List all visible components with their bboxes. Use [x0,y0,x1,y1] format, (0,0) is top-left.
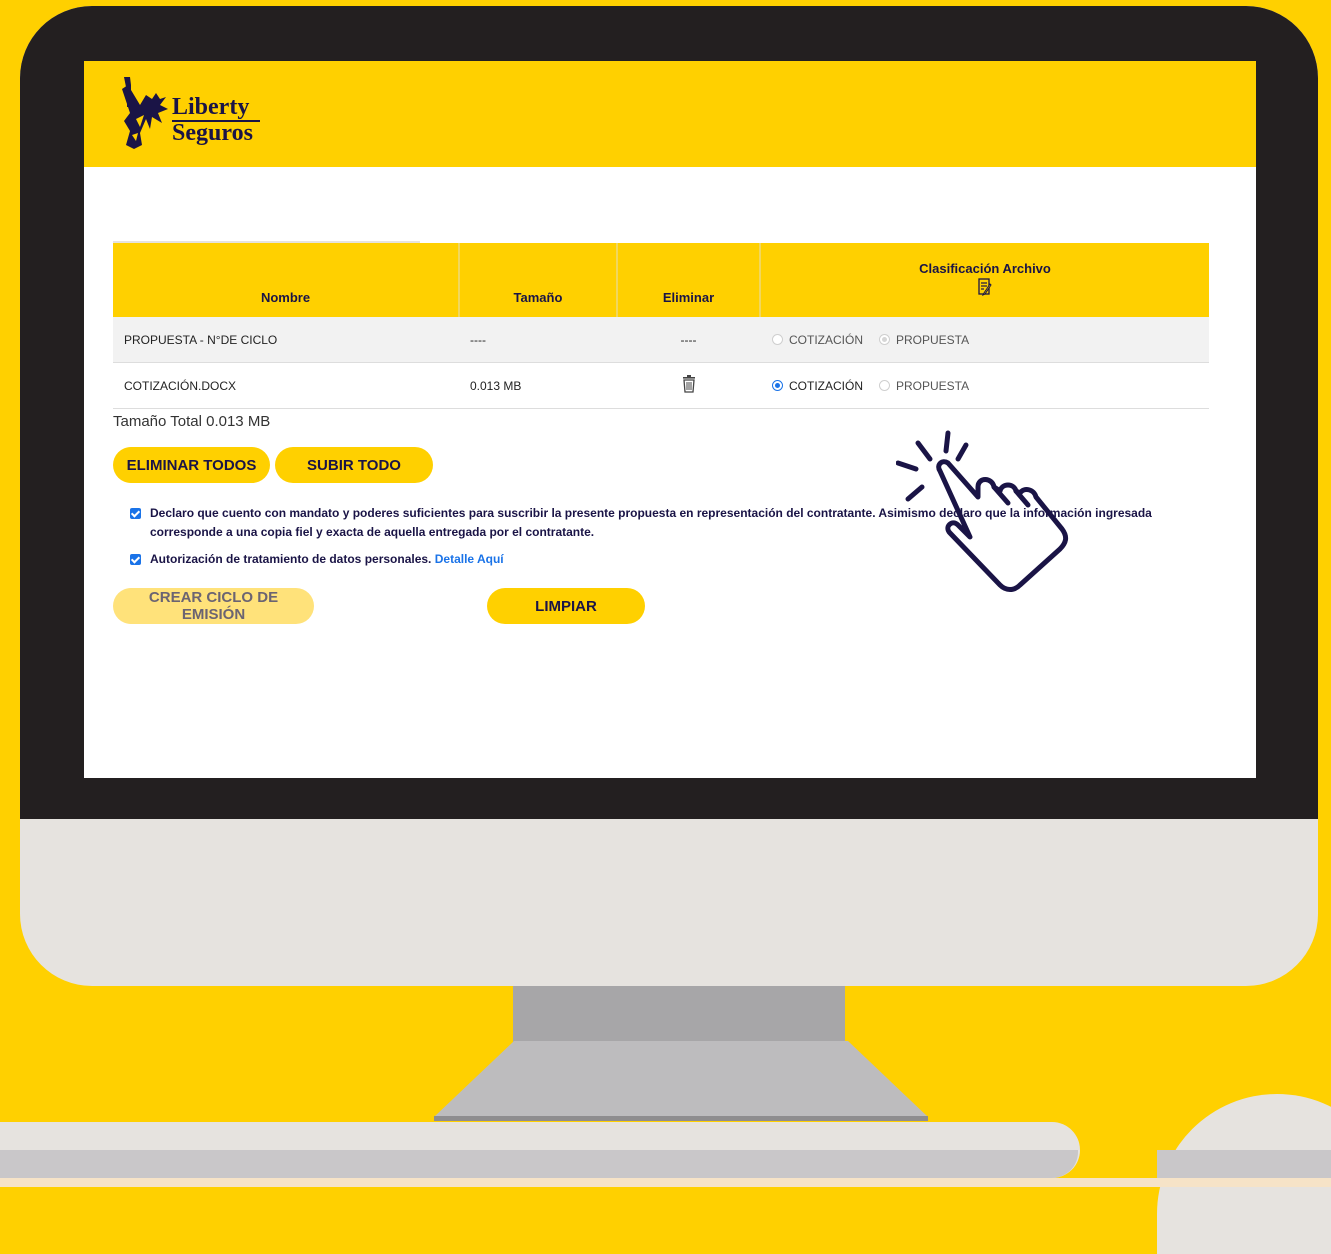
radio-propuesta[interactable] [879,380,890,391]
delete-all-button[interactable]: ELIMINAR TODOS [113,447,270,483]
radio-propuesta-label: PROPUESTA [896,378,970,393]
mandate-checkbox[interactable] [130,508,141,519]
upload-all-button[interactable]: SUBIR TODO [275,447,433,483]
brand-name-line2: Seguros [172,120,253,146]
table-row: PROPUESTA - N°DE CICLO ---- ---- COTIZAC… [113,317,1209,363]
edit-note-icon [978,278,992,297]
monitor-stand-edge [434,1116,928,1121]
monitor-stand-neck [513,986,845,1042]
delete-cell [617,362,760,409]
privacy-label: Autorización de tratamiento de datos per… [150,552,432,566]
radio-cotizacion-label: COTIZACIÓN [789,332,863,347]
header-bar: Liberty Seguros [84,61,1256,167]
radio-propuesta-label: PROPUESTA [896,332,970,347]
total-size: Tamaño Total 0.013 MB [113,413,271,430]
radio-cotizacion[interactable] [772,334,783,345]
keyboard-shadow [0,1150,1078,1178]
privacy-text: Autorización de tratamiento de datos per… [150,550,504,569]
file-name: COTIZACIÓN.DOCX [113,362,459,409]
classification-options: COTIZACIÓN PROPUESTA [760,362,1209,409]
screen: Liberty Seguros Nombre Tamaño Eliminar C [84,61,1256,778]
privacy-authorization: Autorización de tratamiento de datos per… [130,550,504,569]
delete-placeholder: ---- [617,317,760,363]
create-cycle-button[interactable]: CREAR CICLO DE EMISIÓN [113,588,314,624]
classification-label: Clasificación Archivo [919,261,1051,276]
monitor-stand-base [434,1041,928,1117]
statue-of-liberty-logo [122,77,168,149]
screen-bottom [84,637,1256,778]
desk-surface [0,1178,1331,1187]
trash-icon[interactable] [682,375,696,393]
column-header-delete: Eliminar [617,243,761,317]
file-size: 0.013 MB [459,362,617,409]
radio-cotizacion[interactable] [772,380,783,391]
classification-options: COTIZACIÓN PROPUESTA [760,317,1209,363]
column-header-name: Nombre [113,243,460,317]
monitor-bezel: Liberty Seguros Nombre Tamaño Eliminar C [20,6,1318,819]
radio-cotizacion-label: COTIZACIÓN [789,378,863,393]
pointing-hand-icon [896,430,1069,592]
radio-propuesta[interactable] [879,334,890,345]
privacy-detail-link[interactable]: Detalle Aquí [435,552,504,566]
brand-logo[interactable]: Liberty Seguros [116,75,266,155]
file-size: ---- [459,317,617,363]
clear-button[interactable]: LIMPIAR [487,588,645,624]
privacy-checkbox[interactable] [130,554,141,565]
column-header-classification: Clasificación Archivo [760,243,1209,317]
table-row: COTIZACIÓN.DOCX 0.013 MB COTIZACIÓN PROP… [113,362,1209,409]
upload-panel: Nombre Tamaño Eliminar Clasificación Arc… [84,167,1256,637]
monitor: Liberty Seguros Nombre Tamaño Eliminar C [20,6,1318,986]
column-header-size: Tamaño [459,243,618,317]
mouse-shadow [1157,1150,1331,1180]
table-header-row: Nombre Tamaño Eliminar Clasificación Arc… [113,243,1209,317]
brand-name-line1: Liberty [172,94,250,120]
file-name: PROPUESTA - N°DE CICLO [113,317,459,363]
files-table: Nombre Tamaño Eliminar Clasificación Arc… [113,243,1209,409]
